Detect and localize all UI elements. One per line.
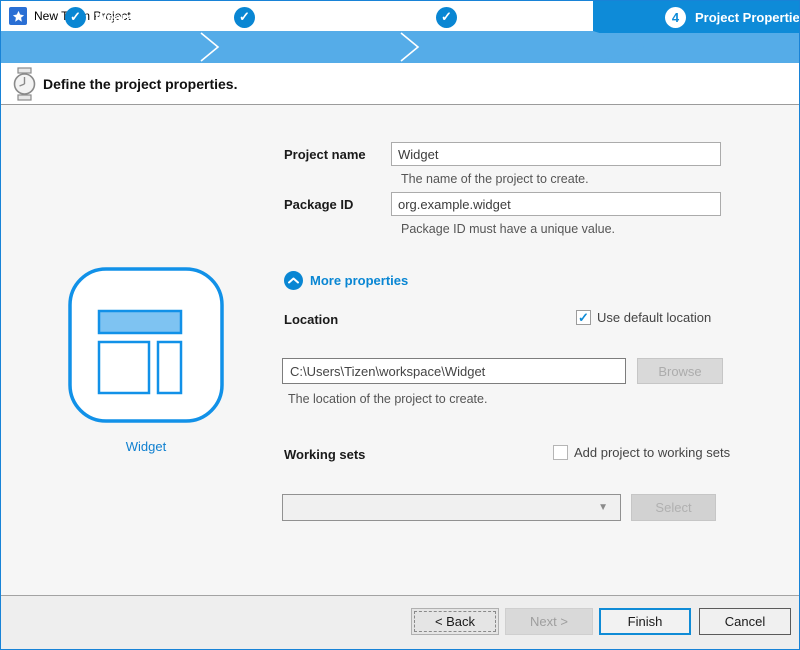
working-sets-label: Working sets <box>284 447 365 462</box>
project-name-label: Project name <box>284 147 366 162</box>
step-number-badge: 4 <box>665 7 686 28</box>
working-sets-dropdown[interactable]: ▼ <box>282 494 621 521</box>
step-label: Wearable v5.5 <box>95 10 185 25</box>
step-wearable[interactable]: ✓ Wearable v5.5 <box>1 1 197 33</box>
location-label: Location <box>284 312 338 327</box>
checked-checkbox-icon: ✓ <box>576 310 591 325</box>
watch-icon <box>12 67 38 101</box>
wizard-header: Define the project properties. <box>1 63 799 105</box>
step-arrow-separator <box>593 31 645 63</box>
more-properties-toggle[interactable]: More properties <box>284 271 408 290</box>
cancel-button[interactable]: Cancel <box>699 608 791 635</box>
use-default-location-label: Use default location <box>597 310 711 325</box>
back-button[interactable]: < Back <box>411 608 499 635</box>
add-to-working-sets-checkbox[interactable]: Add project to working sets <box>553 445 730 460</box>
widget-preview-icon <box>67 266 225 424</box>
use-default-location-checkbox[interactable]: ✓ Use default location <box>576 310 711 325</box>
location-input[interactable] <box>282 358 626 384</box>
check-icon: ✓ <box>65 7 86 28</box>
step-project-properties[interactable]: 4 Project Properties <box>593 1 800 33</box>
finish-button[interactable]: Finish <box>599 608 691 635</box>
location-helper: The location of the project to create. <box>288 392 487 406</box>
new-tizen-project-dialog: New Tizen Project — ✕ ✓ Wearable v5.5 ✓ … <box>0 0 800 650</box>
next-button[interactable]: Next > <box>505 608 593 635</box>
chevron-up-icon <box>284 271 303 290</box>
add-to-working-sets-label: Add project to working sets <box>574 445 730 460</box>
project-name-helper: The name of the project to create. <box>401 172 589 186</box>
step-label: Project Properties <box>695 10 800 25</box>
browse-button[interactable]: Browse <box>637 358 723 384</box>
unchecked-checkbox-icon <box>553 445 568 460</box>
project-name-input[interactable] <box>391 142 721 166</box>
step-widget[interactable]: ✓ Widget <box>401 1 593 33</box>
preview-label: Widget <box>67 439 225 454</box>
content-area: Widget Project name The name of the proj… <box>1 105 799 595</box>
wizard-description: Define the project properties. <box>43 76 237 92</box>
dropdown-arrow-icon: ▼ <box>598 502 608 513</box>
step-native[interactable]: ✓ Native <box>201 1 393 33</box>
step-label: Native <box>264 10 303 25</box>
package-id-helper: Package ID must have a unique value. <box>401 222 615 236</box>
check-icon: ✓ <box>234 7 255 28</box>
package-id-input[interactable] <box>391 192 721 216</box>
select-button[interactable]: Select <box>631 494 716 521</box>
step-separator-chevron <box>398 31 422 63</box>
step-separator-chevron <box>198 31 222 63</box>
step-label: Widget <box>466 10 509 25</box>
package-id-label: Package ID <box>284 197 353 212</box>
check-icon: ✓ <box>436 7 457 28</box>
more-properties-label: More properties <box>310 273 408 288</box>
